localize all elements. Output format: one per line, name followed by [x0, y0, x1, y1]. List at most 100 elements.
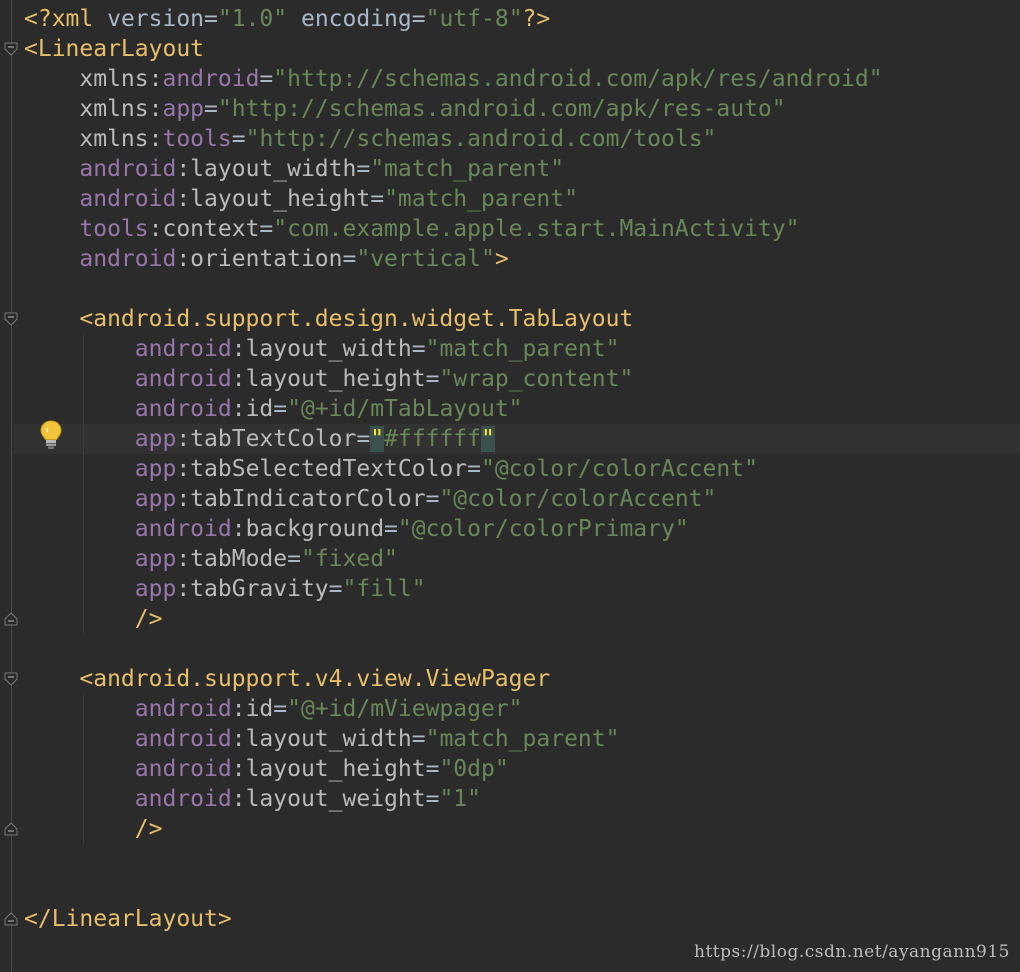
code-token: =: [204, 96, 218, 122]
code-line[interactable]: android:id="@+id/mViewpager": [24, 694, 523, 724]
code-line[interactable]: app:tabGravity="fill": [24, 574, 426, 604]
code-token: app: [134, 546, 177, 572]
code-token: =: [273, 696, 288, 722]
code-token: app: [134, 426, 177, 452]
code-token: xmlns:: [79, 126, 163, 152]
code-line[interactable]: android:layout_width="match_parent": [24, 724, 620, 754]
code-line[interactable]: app:tabIndicatorColor="@color/colorAccen…: [24, 484, 717, 514]
code-line[interactable]: tools:context="com.example.apple.start.M…: [24, 214, 799, 244]
code-line[interactable]: android:orientation="vertical">: [24, 244, 508, 274]
code-token: =: [425, 786, 440, 812]
code-token: android: [79, 186, 177, 212]
code-token: "1.0": [217, 6, 288, 32]
code-token: =: [259, 66, 274, 92]
code-token: ": [370, 426, 385, 452]
code-token: "http://schemas.android.com/apk/res-auto…: [217, 96, 786, 122]
code-token: =: [356, 156, 371, 182]
code-token: <android.support.design.widget.TabLayout: [79, 306, 634, 332]
code-token: :context: [148, 216, 260, 242]
code-token: =: [287, 546, 301, 572]
code-line[interactable]: <LinearLayout: [24, 34, 204, 64]
code-token: :id: [231, 396, 274, 422]
code-token: :layout_height: [176, 186, 371, 212]
code-token: "match_parent": [425, 726, 620, 752]
code-token: android: [134, 396, 232, 422]
code-line[interactable]: android:layout_weight="1": [24, 784, 481, 814]
code-line[interactable]: android:layout_height="0dp": [24, 754, 509, 784]
code-token: <LinearLayout: [24, 36, 205, 62]
code-token: :background: [231, 516, 385, 542]
fold-open-icon[interactable]: [4, 312, 18, 326]
code-editor[interactable]: <?xml version="1.0" encoding="utf-8"?> <L…: [0, 0, 1020, 972]
code-token: />: [134, 606, 163, 632]
code-token: "1": [439, 786, 481, 812]
code-line[interactable]: app:tabSelectedTextColor="@color/colorAc…: [24, 454, 758, 484]
fold-close-icon[interactable]: [4, 912, 18, 926]
code-token: "utf-8": [425, 6, 523, 32]
code-line[interactable]: />: [24, 814, 163, 844]
code-token: "fixed": [300, 546, 398, 572]
code-token: "@+id/mViewpager": [287, 696, 523, 722]
code-line[interactable]: <android.support.design.widget.TabLayout: [24, 304, 633, 334]
code-line[interactable]: app:tabTextColor="#ffffff": [24, 424, 495, 454]
code-line[interactable]: xmlns:tools="http://schemas.android.com/…: [24, 124, 716, 154]
code-token: />: [134, 816, 163, 842]
code-token: android: [134, 786, 232, 812]
code-token: "vertical": [356, 246, 495, 272]
code-token: "com.example.apple.start.MainActivity": [273, 216, 800, 242]
code-token: :layout_width: [176, 156, 357, 182]
code-line[interactable]: <?xml version="1.0" encoding="utf-8"?>: [24, 4, 550, 34]
fold-close-icon[interactable]: [4, 822, 18, 836]
lightbulb-icon[interactable]: [38, 419, 64, 451]
code-token: xmlns:: [79, 96, 163, 122]
code-line[interactable]: android:layout_width="match_parent": [24, 334, 620, 364]
code-token: android: [134, 726, 232, 752]
code-line[interactable]: </LinearLayout>: [24, 904, 232, 934]
code-token: #ffffff: [384, 426, 481, 452]
code-token: ": [481, 426, 495, 452]
code-line[interactable]: xmlns:app="http://schemas.android.com/ap…: [24, 94, 786, 124]
fold-open-icon[interactable]: [4, 672, 18, 686]
code-token: =: [425, 366, 440, 392]
code-token: tools: [79, 216, 149, 242]
code-token: ?>: [522, 6, 551, 32]
code-line[interactable]: <android.support.v4.view.ViewPager: [24, 664, 550, 694]
fold-open-icon[interactable]: [4, 42, 18, 56]
code-token: app: [162, 96, 205, 122]
code-token: android: [134, 516, 232, 542]
code-token: <?xml: [24, 6, 108, 32]
code-line[interactable]: />: [24, 604, 163, 634]
code-token: :layout_height: [231, 756, 426, 782]
code-line[interactable]: android:id="@+id/mTabLayout": [24, 394, 523, 424]
code-token: =: [411, 726, 426, 752]
code-line[interactable]: android:layout_width="match_parent": [24, 154, 564, 184]
code-line[interactable]: android:background="@color/colorPrimary": [24, 514, 689, 544]
code-line[interactable]: app:tabMode="fixed": [24, 544, 398, 574]
code-token: :layout_height: [231, 366, 426, 392]
code-token: encoding=: [287, 6, 426, 32]
fold-close-icon[interactable]: [4, 612, 18, 626]
code-line[interactable]: android:layout_height="wrap_content": [24, 364, 634, 394]
code-token: :tabMode: [176, 546, 288, 572]
code-token: tools: [162, 126, 232, 152]
code-token: version=: [107, 6, 218, 32]
code-token: app: [134, 486, 177, 512]
code-line[interactable]: xmlns:android="http://schemas.android.co…: [24, 64, 882, 94]
code-token: =: [273, 396, 288, 422]
code-token: :tabGravity: [176, 576, 329, 602]
code-line[interactable]: android:layout_height="match_parent": [24, 184, 578, 214]
code-token: app: [134, 576, 177, 602]
code-token: =: [411, 336, 426, 362]
